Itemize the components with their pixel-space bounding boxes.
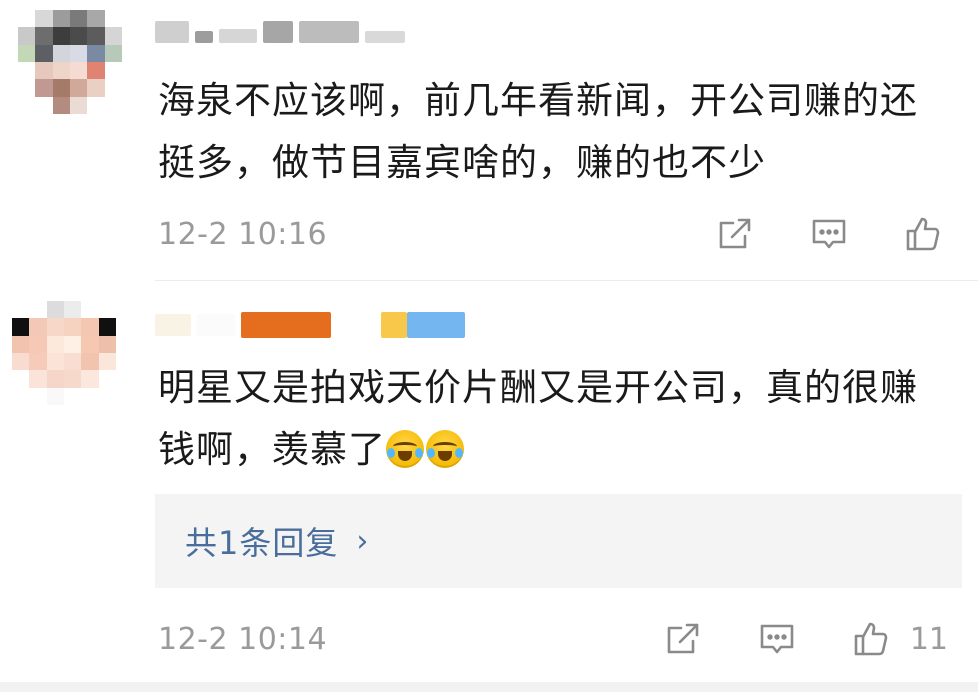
- avatar[interactable]: [12, 301, 116, 405]
- comment-icon: [812, 219, 846, 249]
- replies-count-label: 共1条回复: [185, 524, 339, 562]
- username-blurred[interactable]: [155, 18, 405, 46]
- like-count: 11: [909, 621, 948, 657]
- like-icon: [854, 622, 888, 656]
- bottom-divider: [0, 682, 978, 692]
- comment-text: 明星又是拍戏天价片酬又是开公司，真的很赚钱啊，羡慕了: [158, 357, 948, 481]
- comment-time: 12-2 10:14: [158, 621, 328, 657]
- share-icon: [719, 218, 751, 249]
- comment-text: 海泉不应该啊，前几年看新闻，开公司赚的还挺多，做节目嘉宾啥的，赚的也不少: [158, 79, 918, 184]
- crying-laughing-emoji: [386, 430, 424, 468]
- share-icon: [667, 623, 699, 654]
- share-button[interactable]: [710, 212, 760, 256]
- comment-item: 明星又是拍戏天价片酬又是开公司，真的很赚钱啊，羡慕了 共1条回复 › 12-2 …: [0, 281, 978, 681]
- share-button[interactable]: [658, 617, 708, 661]
- like-button[interactable]: [898, 212, 948, 256]
- comment-button[interactable]: [804, 212, 854, 256]
- comment-item: 海泉不应该啊，前几年看新闻，开公司赚的还挺多，做节目嘉宾啥的，赚的也不少 12-…: [0, 0, 978, 280]
- view-replies-button[interactable]: 共1条回复 ›: [155, 494, 962, 588]
- username-blurred[interactable]: [155, 311, 465, 339]
- like-button[interactable]: [846, 617, 896, 661]
- comment-icon: [760, 624, 794, 654]
- comment-time: 12-2 10:16: [158, 216, 328, 252]
- comment-button[interactable]: [752, 617, 802, 661]
- comment-text-body: 明星又是拍戏天价片酬又是开公司，真的很赚钱啊，羡慕了: [158, 366, 918, 471]
- comment-meta: 12-2 10:16: [158, 212, 948, 256]
- like-icon: [906, 217, 940, 251]
- crying-laughing-emoji: [426, 430, 464, 468]
- comment-meta: 12-2 10:14 11: [158, 617, 948, 661]
- like-group: 11: [846, 617, 948, 661]
- avatar[interactable]: [18, 10, 122, 114]
- chevron-right-icon: ›: [356, 523, 369, 559]
